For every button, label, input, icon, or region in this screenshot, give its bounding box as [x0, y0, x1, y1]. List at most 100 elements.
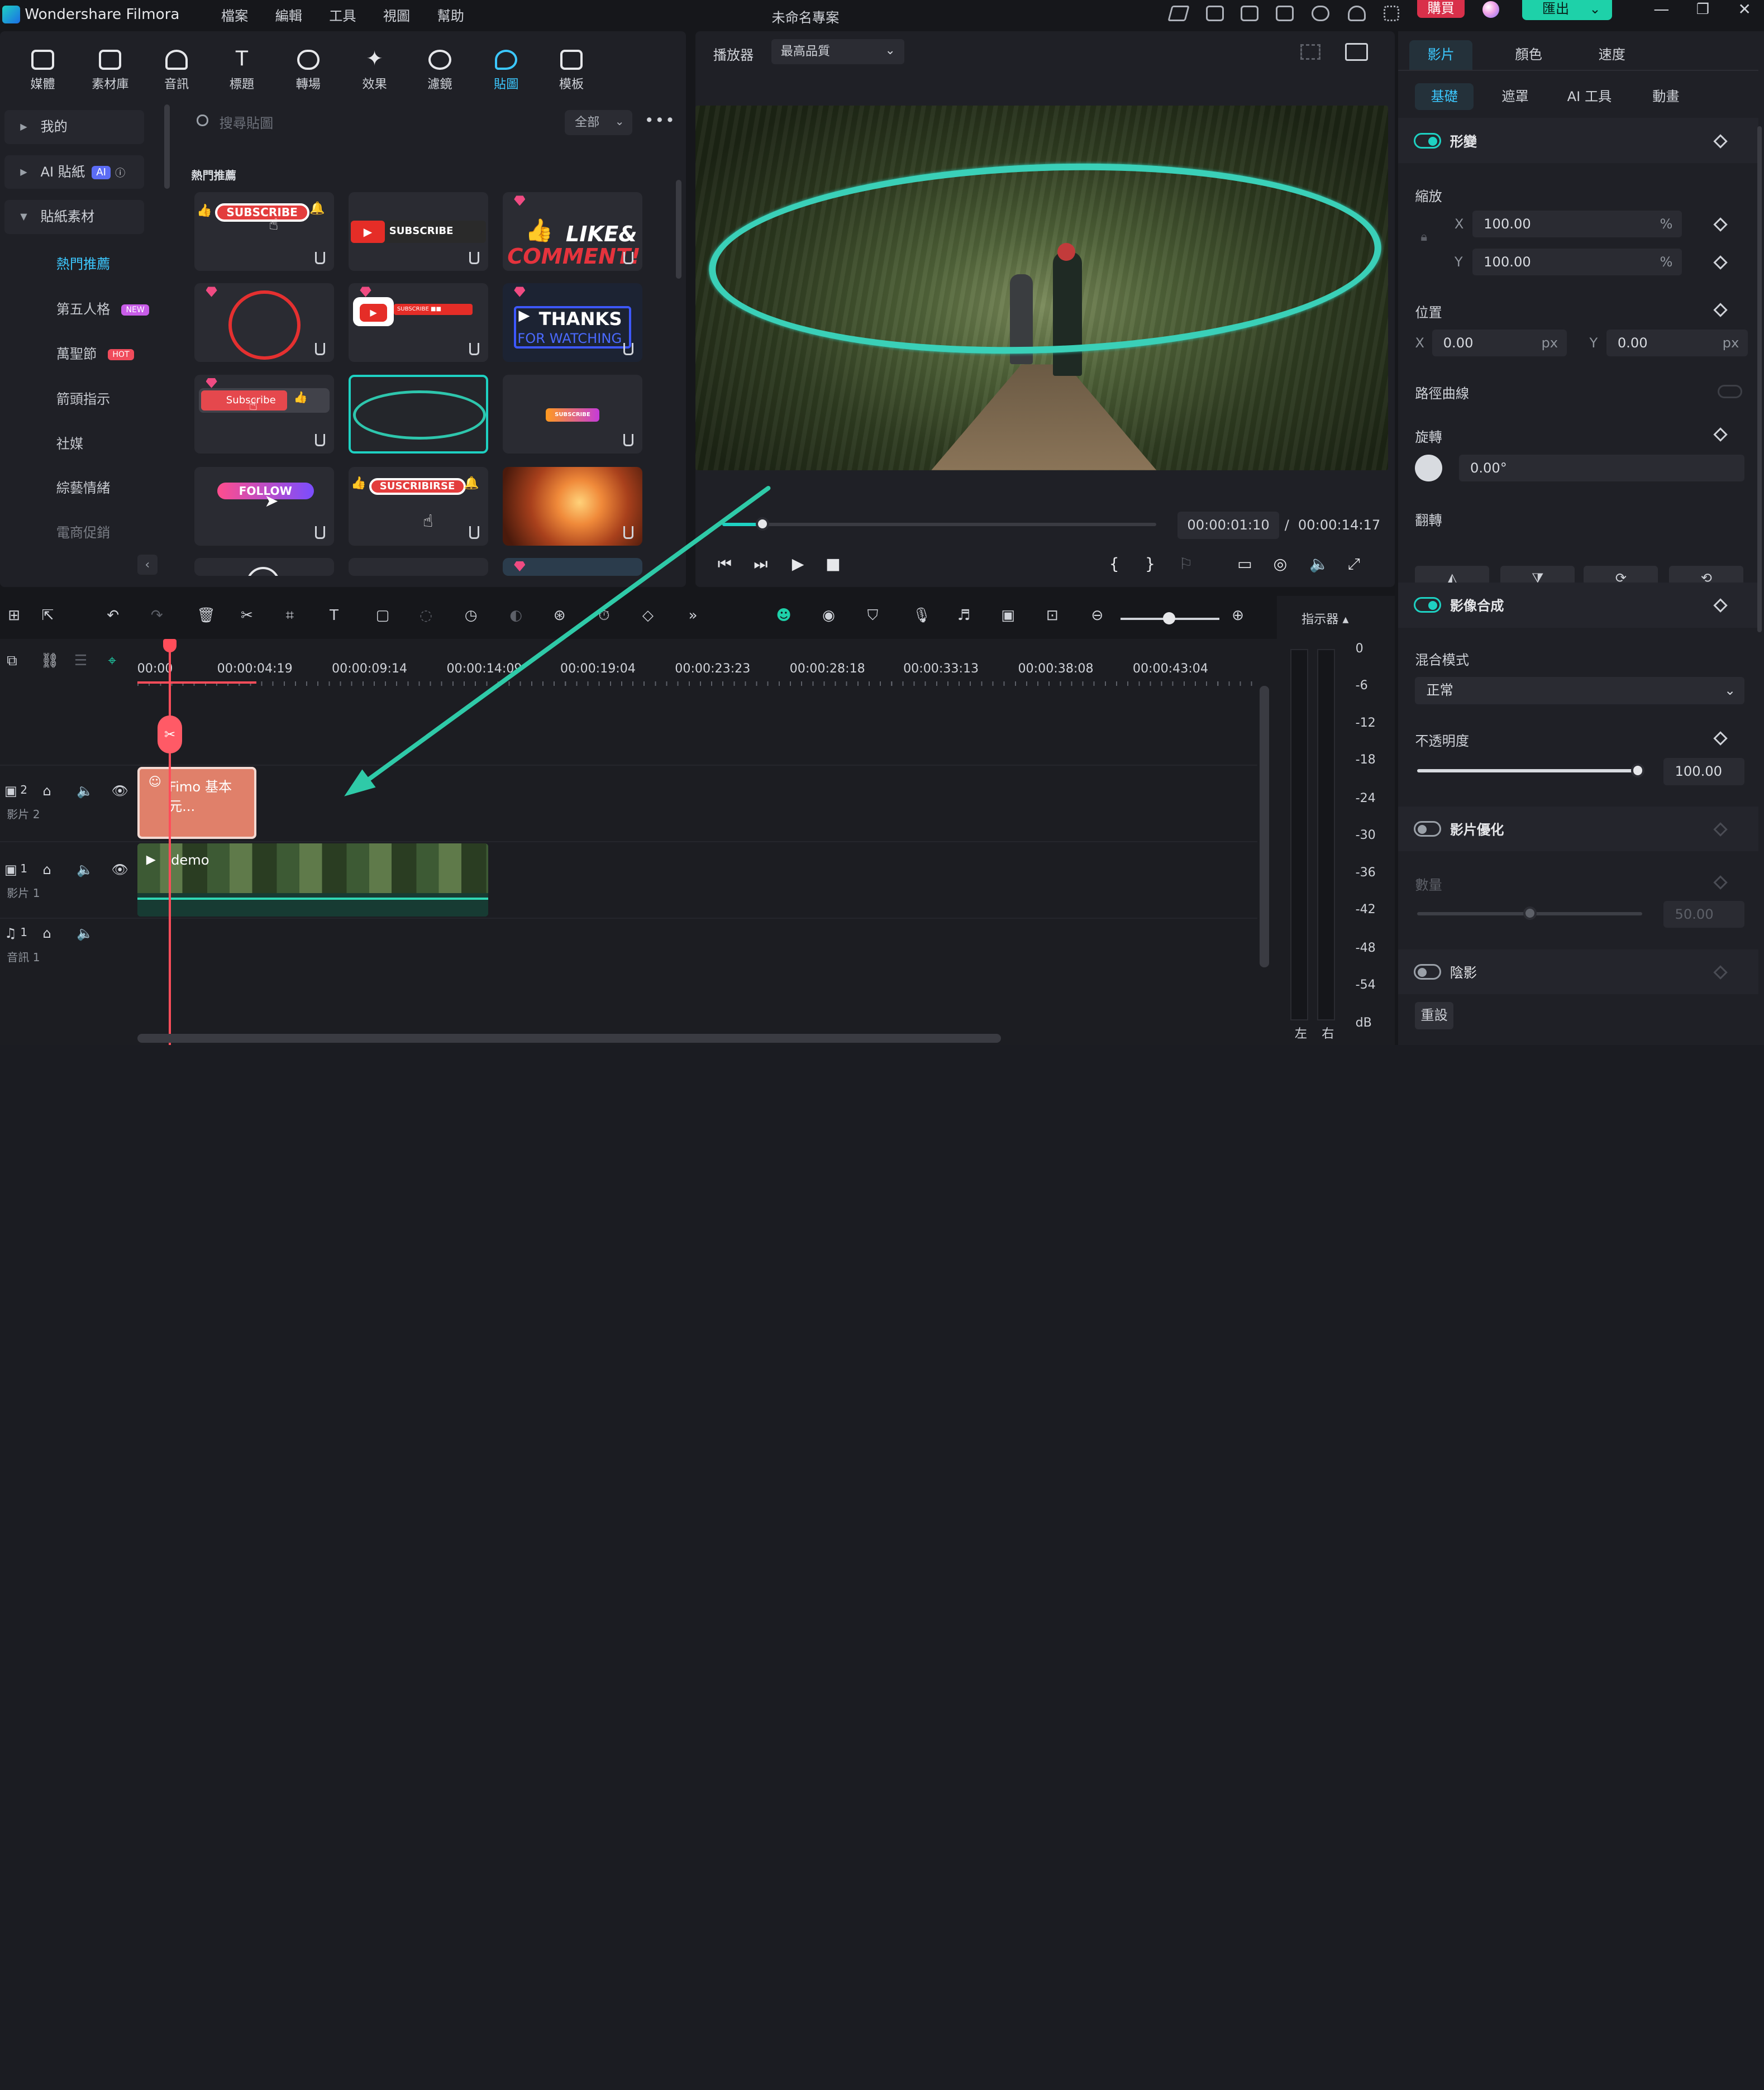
blend-mode-select[interactable]: 正常 ⌄: [1415, 677, 1745, 704]
ai-icon[interactable]: ⊛: [554, 607, 566, 624]
tool-sticker[interactable]: 貼圖: [478, 47, 535, 92]
menu-view[interactable]: 視圖: [383, 5, 410, 25]
sub-arrows[interactable]: 箭頭指示: [56, 388, 111, 408]
ai-cutout-icon[interactable]: ◌: [419, 607, 432, 624]
sub-social[interactable]: 社媒: [56, 433, 83, 452]
sub-hot[interactable]: 熱門推薦: [56, 253, 111, 273]
color-icon[interactable]: ◐: [509, 607, 522, 624]
export-button[interactable]: 匯出 ⌄: [1522, 0, 1612, 21]
keyframe-diamond-icon[interactable]: [1713, 217, 1728, 232]
category-scrollbar[interactable]: [164, 104, 170, 189]
playhead[interactable]: [169, 641, 171, 1045]
sticker-clip[interactable]: ☺ Fimo 基本元...: [137, 767, 257, 839]
path-curve-toggle[interactable]: [1718, 384, 1743, 398]
tool-media[interactable]: 媒體: [15, 47, 71, 92]
collapse-panel-button[interactable]: ‹: [137, 554, 158, 575]
grid-view-icon[interactable]: [1300, 44, 1321, 60]
speaker-icon[interactable]: 🔈: [77, 925, 93, 941]
shadow-toggle[interactable]: [1414, 963, 1441, 980]
keyframe-diamond-icon[interactable]: [1713, 427, 1728, 442]
eye-icon[interactable]: 👁: [111, 783, 128, 799]
download-icon[interactable]: [314, 252, 325, 265]
speaker-icon[interactable]: 🔈: [77, 783, 93, 799]
download-icon[interactable]: [623, 343, 633, 356]
ai-assistant-icon[interactable]: ☻: [776, 607, 792, 624]
play-icon[interactable]: ▶: [792, 555, 804, 573]
download-icon[interactable]: [469, 252, 479, 265]
keyframe-diamond-icon[interactable]: [1713, 255, 1728, 270]
sticker-partial-2[interactable]: [349, 557, 488, 576]
subtab-ai-tools[interactable]: AI 工具: [1558, 83, 1621, 110]
sticker-gradient-subscribe[interactable]: SUBSCRIBE: [503, 374, 642, 454]
save-icon[interactable]: [1275, 6, 1294, 22]
lock-icon[interactable]: ⌂: [43, 862, 51, 877]
sticker-scrollbar[interactable]: [676, 180, 682, 279]
video-clip[interactable]: ▶ demo: [137, 843, 488, 917]
minimize-icon[interactable]: —: [1653, 0, 1669, 18]
transform-toggle[interactable]: [1414, 132, 1441, 149]
eye-icon[interactable]: 👁: [111, 862, 128, 877]
add-track-icon[interactable]: ⧉: [7, 652, 17, 670]
audio-mix-icon[interactable]: ♬: [957, 607, 970, 624]
lock-icon[interactable]: ⌂: [43, 925, 51, 941]
camera-icon[interactable]: ◎: [1274, 555, 1288, 573]
prev-frame-icon[interactable]: ⏮: [718, 555, 732, 574]
shape-icon[interactable]: ▢: [376, 607, 390, 624]
download-icon[interactable]: [623, 434, 633, 447]
composite-toggle[interactable]: [1414, 597, 1441, 613]
cloud-icon[interactable]: [1312, 6, 1330, 22]
progress-knob[interactable]: [756, 517, 770, 531]
zoom-slider[interactable]: [1120, 612, 1219, 624]
keyframe-diamond-icon[interactable]: [1713, 302, 1728, 317]
sticker-like-comment[interactable]: 👍 LIKE& COMMENT!: [503, 192, 642, 271]
sub-variety[interactable]: 綜藝情緒: [56, 477, 111, 497]
keyframe-icon[interactable]: ◇: [642, 607, 654, 624]
category-mine[interactable]: ▶ 我的: [4, 110, 144, 144]
zoom-in-icon[interactable]: ⊕: [1232, 607, 1244, 624]
scale-x-input[interactable]: 100.00%: [1472, 210, 1682, 237]
subtab-basic[interactable]: 基礎: [1415, 83, 1474, 111]
zoom-knob[interactable]: [1163, 612, 1176, 624]
opacity-input[interactable]: 100.00: [1663, 758, 1745, 785]
zoom-out-icon[interactable]: ⊖: [1091, 607, 1103, 624]
timer-icon[interactable]: ⏱: [598, 607, 609, 624]
tool-title[interactable]: T 標題: [214, 47, 270, 92]
category-ai-sticker[interactable]: ▶ AI 貼紙 AI ⓘ: [4, 155, 144, 189]
pos-x-input[interactable]: 0.00 px: [1432, 330, 1567, 357]
sticker-yt-subscribe[interactable]: ▶ SUBSCRIBE: [349, 192, 488, 271]
download-icon[interactable]: [314, 343, 325, 356]
mark-in-icon[interactable]: {: [1109, 555, 1119, 573]
fit-icon[interactable]: ⊡: [1046, 607, 1059, 624]
send-icon[interactable]: [1167, 6, 1190, 22]
layout-grid-icon[interactable]: ⊞: [8, 607, 20, 624]
tab-video[interactable]: 影片: [1409, 40, 1473, 70]
keyframe-diamond-icon[interactable]: [1713, 598, 1728, 613]
stop-icon[interactable]: ■: [826, 555, 841, 573]
pos-y-input[interactable]: 0.00 px: [1606, 330, 1748, 357]
next-frame-icon[interactable]: ⏭: [754, 555, 767, 574]
scale-y-input[interactable]: 100.00%: [1472, 249, 1682, 276]
indicator-label[interactable]: 指示器 ▴: [1301, 609, 1349, 627]
redo-icon[interactable]: ↷: [151, 607, 163, 624]
sticker-partial-1[interactable]: [194, 557, 335, 576]
close-icon[interactable]: ✕: [1738, 0, 1751, 18]
timeline-vscrollbar[interactable]: [1260, 686, 1269, 967]
track-manage-icon[interactable]: ☰: [74, 652, 87, 669]
quality-select[interactable]: 最高品質 ⌄: [771, 39, 905, 64]
split-scissors-button[interactable]: ✂: [157, 715, 183, 754]
download-icon[interactable]: [314, 526, 325, 539]
sticker-fire-burst[interactable]: [503, 466, 642, 546]
sticker-teal-ellipse-selected[interactable]: [349, 374, 488, 454]
rotate-dial[interactable]: [1415, 454, 1442, 481]
render-icon[interactable]: ◉: [822, 607, 835, 624]
lock-icon[interactable]: ⌂: [43, 783, 51, 799]
display-icon[interactable]: ▭: [1237, 555, 1252, 573]
sticker-red-circle[interactable]: [194, 283, 335, 362]
tool-effects[interactable]: ✦ 效果: [346, 47, 403, 92]
sticker-subscribe-hand[interactable]: Subscribe ☝ 👍: [194, 374, 335, 454]
tool-template[interactable]: 模板: [543, 47, 600, 92]
ai-orb-icon[interactable]: [1482, 1, 1500, 18]
enhance-toggle[interactable]: [1414, 821, 1441, 837]
link-icon[interactable]: ⛓: [40, 652, 59, 669]
tool-audio[interactable]: 音訊: [149, 47, 205, 92]
